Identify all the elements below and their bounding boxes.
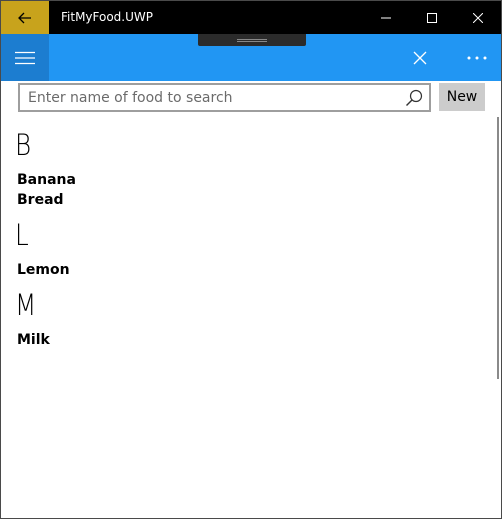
more-button[interactable] — [453, 34, 501, 81]
list-item-bread[interactable]: Bread — [17, 190, 64, 210]
search-icon[interactable] — [405, 89, 423, 107]
list-item-banana[interactable]: Banana — [17, 170, 76, 190]
window-title: FitMyFood.UWP — [61, 10, 153, 24]
group-header-b: B — [15, 128, 32, 162]
minimize-button[interactable] — [363, 1, 409, 34]
minimize-icon — [381, 17, 391, 18]
arrow-left-icon — [18, 12, 31, 23]
menu-button[interactable] — [1, 34, 49, 81]
drag-handle[interactable] — [198, 34, 306, 46]
close-button[interactable] — [397, 34, 443, 81]
group-header-m: M — [15, 288, 37, 322]
list-item-lemon[interactable]: Lemon — [17, 260, 70, 280]
search-input[interactable] — [28, 85, 398, 110]
grip-lines — [237, 38, 267, 42]
scrollbar[interactable] — [497, 117, 499, 379]
more-icon — [467, 56, 487, 59]
maximize-icon — [427, 12, 437, 23]
maximize-button[interactable] — [409, 1, 455, 34]
close-icon — [473, 12, 483, 23]
hamburger-icon — [15, 51, 35, 64]
group-header-l: L — [15, 218, 29, 252]
list-item-milk[interactable]: Milk — [17, 330, 50, 350]
app-bar — [1, 34, 501, 81]
close-icon — [413, 51, 427, 64]
app-window: FitMyFood.UWP Enter name of food to sear… — [0, 0, 502, 519]
title-bar: FitMyFood.UWP — [1, 1, 501, 34]
back-button[interactable] — [1, 1, 49, 34]
new-button[interactable]: New — [439, 83, 485, 111]
window-close-button[interactable] — [455, 1, 501, 34]
search-box[interactable] — [18, 83, 431, 112]
